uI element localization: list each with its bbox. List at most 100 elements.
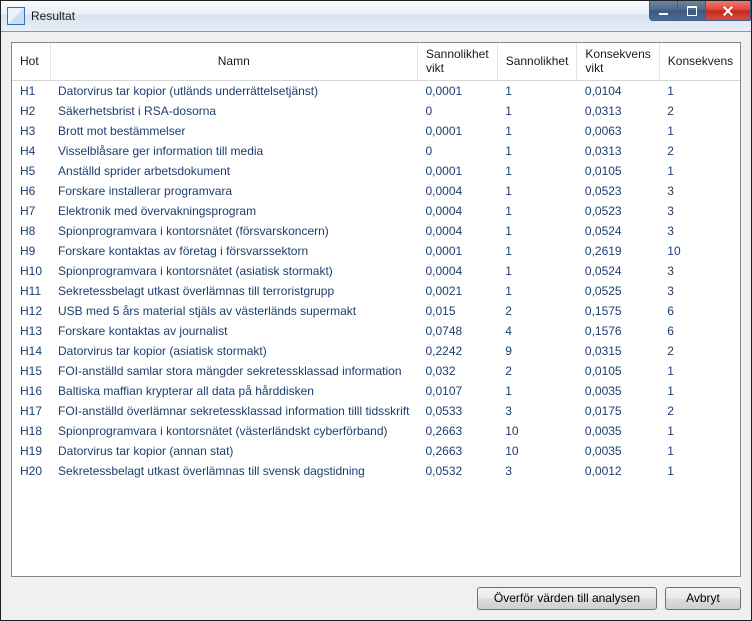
cell-hot: H11 (12, 281, 50, 301)
cell-sannolikhet: 1 (497, 161, 577, 181)
cell-namn: Datorvirus tar kopior (asiatisk stormakt… (50, 341, 417, 361)
table-row[interactable]: H17FOI-anställd överlämnar sekretessklas… (12, 401, 741, 421)
cell-sannolikhet-vikt: 0,0004 (417, 201, 497, 221)
cell-konsekvens-vikt: 0,0063 (577, 121, 659, 141)
cell-konsekvens-vikt: 0,0315 (577, 341, 659, 361)
cell-hot: H9 (12, 241, 50, 261)
cell-sannolikhet: 1 (497, 221, 577, 241)
window-controls (649, 1, 751, 21)
cell-sannolikhet: 2 (497, 361, 577, 381)
table-row[interactable]: H14Datorvirus tar kopior (asiatisk storm… (12, 341, 741, 361)
cell-hot: H1 (12, 81, 50, 102)
cell-sannolikhet-vikt: 0 (417, 101, 497, 121)
cell-konsekvens: 1 (659, 161, 741, 181)
cell-hot: H13 (12, 321, 50, 341)
col-header-sannolikhet[interactable]: Sannolikhet (497, 43, 577, 81)
cell-konsekvens: 3 (659, 181, 741, 201)
cell-konsekvens: 3 (659, 201, 741, 221)
cell-sannolikhet-vikt: 0,2663 (417, 441, 497, 461)
cancel-button[interactable]: Avbryt (665, 587, 741, 610)
cell-hot: H10 (12, 261, 50, 281)
table-row[interactable]: H2Säkerhetsbrist i RSA-dosorna010,03132 (12, 101, 741, 121)
col-header-konsekvens[interactable]: Konsekvens (659, 43, 741, 81)
table-row[interactable]: H20Sekretessbelagt utkast överlämnas til… (12, 461, 741, 481)
col-header-konsekvens-vikt[interactable]: Konsekvens vikt (577, 43, 659, 81)
maximize-icon (687, 6, 697, 16)
cell-hot: H20 (12, 461, 50, 481)
cell-sannolikhet-vikt: 0,0001 (417, 161, 497, 181)
close-button[interactable] (705, 1, 751, 21)
cell-sannolikhet-vikt: 0,0004 (417, 181, 497, 201)
cell-sannolikhet-vikt: 0,0001 (417, 121, 497, 141)
cell-konsekvens-vikt: 0,2619 (577, 241, 659, 261)
cell-konsekvens: 2 (659, 401, 741, 421)
cell-konsekvens: 6 (659, 301, 741, 321)
cell-konsekvens: 1 (659, 381, 741, 401)
cell-namn: USB med 5 års material stjäls av västerl… (50, 301, 417, 321)
cell-konsekvens: 3 (659, 221, 741, 241)
cell-hot: H17 (12, 401, 50, 421)
cell-konsekvens: 10 (659, 241, 741, 261)
cell-namn: Forskare installerar programvara (50, 181, 417, 201)
cell-namn: FOI-anställd samlar stora mängder sekret… (50, 361, 417, 381)
table-row[interactable]: H19Datorvirus tar kopior (annan stat)0,2… (12, 441, 741, 461)
cell-konsekvens: 2 (659, 101, 741, 121)
table-row[interactable]: H13Forskare kontaktas av journalist0,074… (12, 321, 741, 341)
cell-sannolikhet-vikt: 0,0021 (417, 281, 497, 301)
cell-sannolikhet: 1 (497, 281, 577, 301)
cell-konsekvens-vikt: 0,1576 (577, 321, 659, 341)
table-row[interactable]: H4Visselblåsare ger information till med… (12, 141, 741, 161)
transfer-button[interactable]: Överför värden till analysen (477, 587, 657, 610)
minimize-button[interactable] (649, 1, 677, 21)
cell-namn: Sekretessbelagt utkast överlämnas till s… (50, 461, 417, 481)
table-row[interactable]: H3Brott mot bestämmelser0,000110,00631 (12, 121, 741, 141)
cell-namn: Forskare kontaktas av företag i försvars… (50, 241, 417, 261)
cell-konsekvens: 1 (659, 121, 741, 141)
table-row[interactable]: H1Datorvirus tar kopior (utländs underrä… (12, 81, 741, 102)
cell-sannolikhet: 1 (497, 181, 577, 201)
table-row[interactable]: H9Forskare kontaktas av företag i försva… (12, 241, 741, 261)
minimize-icon (659, 13, 668, 15)
table-row[interactable]: H18Spionprogramvara i kontorsnätet (väst… (12, 421, 741, 441)
cell-konsekvens: 1 (659, 461, 741, 481)
results-table-container[interactable]: Hot Namn Sannolikhet vikt Sannolikhet Ko… (11, 42, 741, 577)
table-row[interactable]: H8Spionprogramvara i kontorsnätet (försv… (12, 221, 741, 241)
cell-hot: H18 (12, 421, 50, 441)
col-header-namn[interactable]: Namn (50, 43, 417, 81)
cell-konsekvens: 6 (659, 321, 741, 341)
table-header-row: Hot Namn Sannolikhet vikt Sannolikhet Ko… (12, 43, 741, 81)
app-icon (7, 7, 25, 25)
cell-konsekvens-vikt: 0,0035 (577, 441, 659, 461)
cell-sannolikhet-vikt: 0,2242 (417, 341, 497, 361)
cell-konsekvens: 1 (659, 361, 741, 381)
table-row[interactable]: H16Baltiska maffian krypterar all data p… (12, 381, 741, 401)
cell-konsekvens: 1 (659, 421, 741, 441)
cell-sannolikhet-vikt: 0,032 (417, 361, 497, 381)
cell-sannolikhet: 1 (497, 81, 577, 102)
table-row[interactable]: H11Sekretessbelagt utkast överlämnas til… (12, 281, 741, 301)
table-row[interactable]: H6Forskare installerar programvara0,0004… (12, 181, 741, 201)
col-header-sannolikhet-vikt[interactable]: Sannolikhet vikt (417, 43, 497, 81)
cell-hot: H16 (12, 381, 50, 401)
table-row[interactable]: H10Spionprogramvara i kontorsnätet (asia… (12, 261, 741, 281)
cell-namn: Spionprogramvara i kontorsnätet (asiatis… (50, 261, 417, 281)
cell-konsekvens-vikt: 0,0035 (577, 421, 659, 441)
cell-konsekvens-vikt: 0,0104 (577, 81, 659, 102)
cell-namn: Datorvirus tar kopior (annan stat) (50, 441, 417, 461)
table-body: H1Datorvirus tar kopior (utländs underrä… (12, 81, 741, 482)
table-row[interactable]: H5Anställd sprider arbetsdokument0,00011… (12, 161, 741, 181)
table-row[interactable]: H7Elektronik med övervakningsprogram0,00… (12, 201, 741, 221)
titlebar[interactable]: Resultat (1, 1, 751, 32)
cell-konsekvens-vikt: 0,0313 (577, 101, 659, 121)
col-header-hot[interactable]: Hot (12, 43, 50, 81)
cell-konsekvens-vikt: 0,0523 (577, 181, 659, 201)
cell-sannolikhet: 3 (497, 401, 577, 421)
cell-namn: FOI-anställd överlämnar sekretessklassad… (50, 401, 417, 421)
cell-sannolikhet-vikt: 0,0107 (417, 381, 497, 401)
cell-namn: Datorvirus tar kopior (utländs underrätt… (50, 81, 417, 102)
table-row[interactable]: H12USB med 5 års material stjäls av väst… (12, 301, 741, 321)
table-row[interactable]: H15FOI-anställd samlar stora mängder sek… (12, 361, 741, 381)
maximize-button[interactable] (677, 1, 705, 21)
cell-konsekvens: 2 (659, 141, 741, 161)
cell-konsekvens: 3 (659, 261, 741, 281)
